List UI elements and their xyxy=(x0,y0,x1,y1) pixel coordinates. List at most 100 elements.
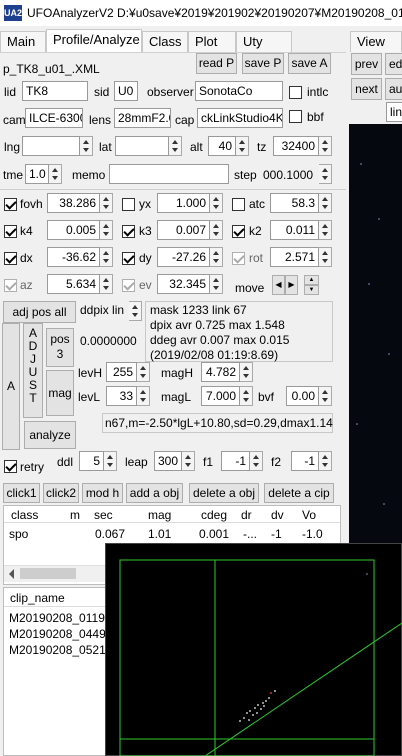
k4-spinner[interactable] xyxy=(100,220,113,240)
mod-h-button[interactable]: mod h xyxy=(82,483,123,503)
yx-spinner[interactable] xyxy=(210,193,223,213)
bbf-checkbox[interactable] xyxy=(289,110,302,123)
table-header-vo[interactable]: Vo xyxy=(302,508,316,522)
k4-field[interactable]: 0.005 xyxy=(47,220,100,240)
prev-button[interactable]: prev xyxy=(351,53,382,75)
levh-field[interactable]: 255 xyxy=(106,362,137,382)
cap-field[interactable]: ckLinkStudio4K xyxy=(197,108,283,128)
step-spinner[interactable] xyxy=(319,164,332,184)
lin-field[interactable]: lin xyxy=(386,102,402,122)
rot-field[interactable]: 2.571 xyxy=(270,247,319,267)
dx-field[interactable]: -36.62 xyxy=(47,247,100,267)
tme-field[interactable]: 1.0 xyxy=(25,164,49,184)
k3-field[interactable]: 0.007 xyxy=(157,220,210,240)
add-obj-button[interactable]: add a obj xyxy=(126,483,183,503)
alt-spinner[interactable] xyxy=(236,136,249,156)
tz-spinner[interactable] xyxy=(319,136,332,156)
analyze-button[interactable]: analyze xyxy=(24,421,76,449)
move-right-button[interactable]: ▶ xyxy=(285,275,298,295)
table-header-sec[interactable]: sec xyxy=(94,508,113,522)
fovh-field[interactable]: 38.286 xyxy=(47,193,100,213)
save-p-button[interactable]: save P xyxy=(242,53,284,74)
ddpix-lin-spinner[interactable] xyxy=(129,301,142,321)
dx-spinner[interactable] xyxy=(100,247,113,267)
f2-spinner[interactable] xyxy=(319,451,332,471)
f1-field[interactable]: -1 xyxy=(221,451,250,471)
read-p-button[interactable]: read P xyxy=(196,53,237,74)
tab-plot[interactable]: Plot xyxy=(188,31,236,52)
rot-checkbox[interactable] xyxy=(232,252,245,265)
dy-field[interactable]: -27.26 xyxy=(157,247,210,267)
fovh-checkbox[interactable] xyxy=(4,198,17,211)
k2-checkbox[interactable] xyxy=(232,225,245,238)
clip-list-header[interactable]: clip_name xyxy=(10,591,65,605)
observer-field[interactable]: SonotaCo xyxy=(195,81,283,101)
dy-spinner[interactable] xyxy=(210,247,223,267)
mag-button[interactable]: mag xyxy=(46,370,74,416)
clip-item[interactable]: M20190208_011908 xyxy=(9,611,105,625)
table-header-dv[interactable]: dv xyxy=(271,508,284,522)
magl-field[interactable]: 7.000 xyxy=(201,386,240,406)
atc-spinner[interactable] xyxy=(319,193,332,213)
dy-checkbox[interactable] xyxy=(122,252,135,265)
ev-checkbox[interactable] xyxy=(122,279,135,292)
move-down-button[interactable]: ▼ xyxy=(304,285,319,295)
leap-spinner[interactable] xyxy=(182,451,195,471)
click2-button[interactable]: click2 xyxy=(43,483,79,503)
ddl-field[interactable]: 5 xyxy=(79,451,104,471)
scrollbar-thumb[interactable] xyxy=(20,568,76,579)
delete-obj-button[interactable]: delete a obj xyxy=(189,483,259,503)
clip-item[interactable]: M20190208_052132 xyxy=(9,643,105,657)
lens-field[interactable]: 28mmF2.0 xyxy=(114,108,171,128)
rot-spinner[interactable] xyxy=(319,247,332,267)
scroll-left-icon[interactable] xyxy=(9,569,14,579)
sid-field[interactable]: U0 xyxy=(114,81,138,101)
az-field[interactable]: 5.634 xyxy=(47,274,100,294)
pos3-button[interactable]: pos 3 xyxy=(46,328,74,367)
tab-class[interactable]: Class xyxy=(142,31,188,52)
next-button[interactable]: next xyxy=(351,78,382,100)
magl-spinner[interactable] xyxy=(240,386,253,406)
k2-spinner[interactable] xyxy=(319,220,332,240)
lat-spinner[interactable] xyxy=(169,136,182,156)
tme-spinner[interactable] xyxy=(49,164,62,184)
dx-checkbox[interactable] xyxy=(4,252,17,265)
levl-spinner[interactable] xyxy=(137,386,150,406)
save-a-button[interactable]: save A xyxy=(288,53,331,74)
alt-field[interactable]: 40 xyxy=(208,136,236,156)
atc-field[interactable]: 58.3 xyxy=(270,193,319,213)
k3-checkbox[interactable] xyxy=(122,225,135,238)
tab-uty[interactable]: Uty xyxy=(236,31,292,52)
adj-pos-all-button[interactable]: adj pos all xyxy=(3,301,76,323)
ev-field[interactable]: 32.345 xyxy=(157,274,210,294)
lng-spinner[interactable] xyxy=(80,136,93,156)
table-header-m[interactable]: m xyxy=(70,508,80,522)
table-header-dr[interactable]: dr xyxy=(241,508,252,522)
click1-button[interactable]: click1 xyxy=(3,483,40,503)
table-header-class[interactable]: class xyxy=(11,508,38,522)
table-header-cdeg[interactable]: cdeg xyxy=(201,508,227,522)
atc-checkbox[interactable] xyxy=(232,198,245,211)
delete-cip-button[interactable]: delete a cip xyxy=(264,483,334,503)
k4-checkbox[interactable] xyxy=(4,225,17,238)
tz-field[interactable]: 32400 xyxy=(273,136,319,156)
lng-field[interactable] xyxy=(22,136,80,156)
az-checkbox[interactable] xyxy=(4,279,17,292)
bvf-spinner[interactable] xyxy=(319,386,332,406)
retry-checkbox[interactable] xyxy=(4,460,17,473)
yx-field[interactable]: 1.000 xyxy=(157,193,210,213)
tab-main[interactable]: Main xyxy=(0,31,46,52)
ed-button[interactable]: ed xyxy=(385,53,402,75)
levl-field[interactable]: 33 xyxy=(106,386,137,406)
levh-spinner[interactable] xyxy=(137,362,150,382)
magh-spinner[interactable] xyxy=(240,362,253,382)
bvf-field[interactable]: 0.00 xyxy=(286,386,319,406)
az-spinner[interactable] xyxy=(100,274,113,294)
lid-field[interactable]: TK8 xyxy=(22,81,88,101)
yx-checkbox[interactable] xyxy=(122,198,135,211)
ev-spinner[interactable] xyxy=(210,274,223,294)
move-left-button[interactable]: ◀ xyxy=(272,275,285,295)
tab-profile-analyze[interactable]: Profile/Analyze xyxy=(46,29,142,53)
intlc-checkbox[interactable] xyxy=(289,86,302,99)
tab-view[interactable]: View xyxy=(350,31,402,52)
